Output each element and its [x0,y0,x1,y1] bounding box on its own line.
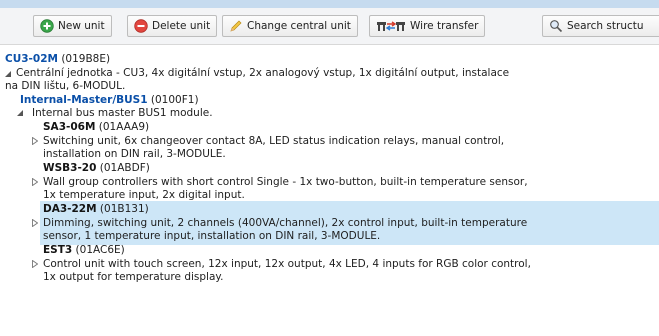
wire-transfer-label: Wire transfer [410,20,479,32]
tree-node-bus[interactable]: Internal-Master/BUS1 (0100F1) [20,94,199,107]
unit-id: (01B131) [99,203,149,215]
delete-icon [134,19,148,33]
tree-node-unit[interactable]: SA3-06M (01AAA9) [43,121,149,134]
structure-tree: CU3-02M (019B8E) Centrální jednotka - CU… [0,46,659,336]
unit-code: DA3-22M [43,203,97,215]
pencil-icon [230,20,242,32]
change-central-unit-label: Change central unit [247,20,351,32]
delete-unit-button[interactable]: Delete unit [127,15,218,37]
root-desc-line2: na DIN lištu, 6-MODUL. [5,80,126,92]
expanded-arrow-icon[interactable] [5,71,12,78]
search-structure-button[interactable]: Search structu [542,15,659,37]
bus-id: (0100F1) [150,94,199,106]
bus-code: Internal-Master/BUS1 [20,94,148,106]
collapsed-arrow-icon[interactable] [32,260,38,268]
wire-transfer-icon [377,21,405,31]
unit-desc-line1: Switching unit, 6x changeover contact 8A… [43,135,505,147]
root-desc-line1: Centrální jednotka - CU3, 4x digitální v… [16,67,510,79]
tree-node-unit-selected[interactable]: DA3-22M (01B131) [43,203,149,216]
add-icon [40,19,54,33]
change-central-unit-button[interactable]: Change central unit [222,15,358,37]
tree-node-root[interactable]: CU3-02M (019B8E) [5,53,110,66]
unit-desc-line1: Control unit with touch screen, 12x inpu… [43,258,531,270]
unit-desc-line2: 1x output for temperature display. [43,271,224,283]
delete-unit-label: Delete unit [152,20,211,32]
collapsed-arrow-icon[interactable] [32,137,38,145]
unit-id: (01AC6E) [75,244,125,256]
toolbar: New unit Delete unit Change central unit… [0,8,659,45]
root-code: CU3-02M [5,53,58,65]
unit-desc-line2: installation on DIN rail, 3-MODULE. [43,148,226,160]
tree-node-unit[interactable]: WSB3-20 (01ABDF) [43,162,150,175]
unit-code: SA3-06M [43,121,96,133]
unit-desc-line2: sensor, 1 temperature input, installatio… [43,230,381,242]
tree-node-unit[interactable]: EST3 (01AC6E) [43,244,125,257]
new-unit-label: New unit [58,20,105,32]
search-structure-icon [550,20,563,33]
unit-code: WSB3-20 [43,162,97,174]
expanded-arrow-icon[interactable] [17,110,24,117]
search-structure-label: Search structu [567,20,644,32]
root-id: (019B8E) [61,53,111,65]
wire-transfer-button[interactable]: Wire transfer [369,15,486,37]
collapsed-arrow-icon[interactable] [32,178,38,186]
unit-id: (01ABDF) [99,162,150,174]
unit-code: EST3 [43,244,73,256]
unit-id: (01AAA9) [98,121,150,133]
unit-desc-line1: Wall group controllers with short contro… [43,176,528,188]
window-top-strip [0,0,659,8]
bus-desc: Internal bus master BUS1 module. [32,107,213,119]
new-unit-button[interactable]: New unit [33,15,112,37]
unit-desc-line2: 1x temperature input, 2x digital input. [43,189,245,201]
collapsed-arrow-icon[interactable] [32,219,38,227]
unit-desc-line1: Dimming, switching unit, 2 channels (400… [43,217,528,229]
